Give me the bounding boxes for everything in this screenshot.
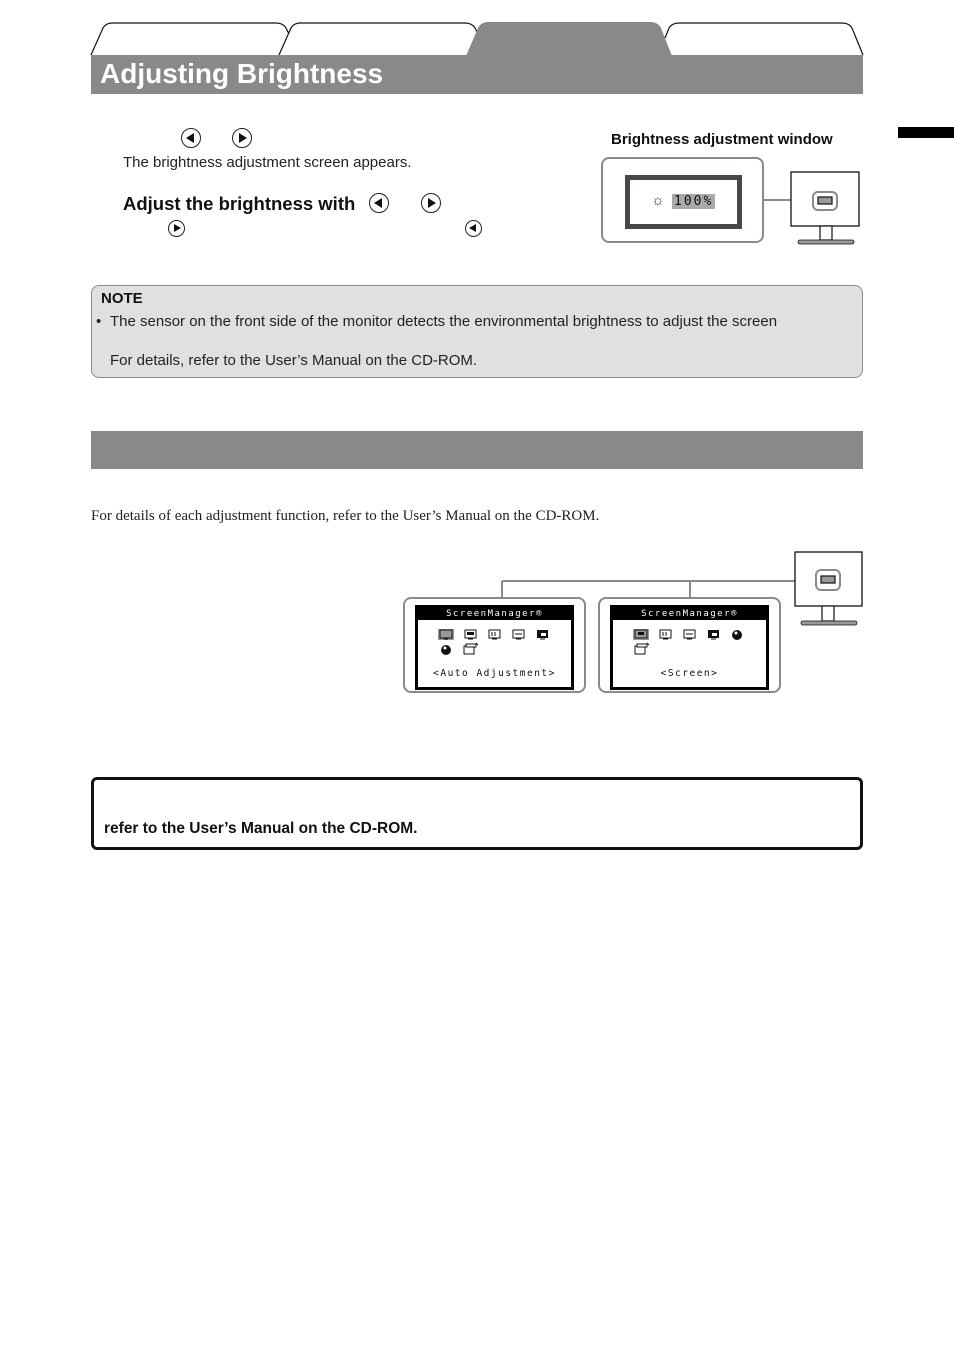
information-icon bbox=[634, 642, 650, 655]
menu-caption: <Screen> bbox=[660, 668, 719, 679]
language-icon bbox=[732, 630, 742, 640]
power-save-icon bbox=[683, 629, 696, 640]
header-tabs bbox=[90, 22, 864, 56]
tab-4 bbox=[664, 22, 864, 56]
note-reference: For details, refer to the User’s Manual … bbox=[110, 352, 478, 369]
sun-icon: ☼ bbox=[651, 192, 665, 209]
note-text: The sensor on the front side of the moni… bbox=[110, 313, 778, 330]
language-side-marker bbox=[898, 127, 954, 138]
monitor-illustration bbox=[764, 171, 860, 245]
language-icon bbox=[441, 645, 451, 655]
menu-icons bbox=[438, 629, 548, 655]
information-icon bbox=[463, 642, 479, 655]
brightness-value: 100% bbox=[672, 194, 716, 209]
left-button-icon bbox=[181, 128, 201, 148]
color-icon bbox=[488, 629, 501, 640]
note-title: NOTE bbox=[101, 290, 143, 307]
section-header-bar bbox=[91, 431, 863, 469]
menu-icons bbox=[633, 629, 742, 655]
right-button-icon bbox=[232, 128, 252, 148]
left-button-icon bbox=[465, 220, 482, 237]
screenmanager-header: ScreenManager® bbox=[418, 608, 571, 620]
menu-caption: <Auto Adjustment> bbox=[433, 668, 556, 679]
monitor-settings-icon bbox=[708, 630, 719, 640]
attention-text: refer to the User’s Manual on the CD-ROM… bbox=[104, 820, 418, 837]
brightness-window-label: Brightness adjustment window bbox=[611, 131, 833, 148]
monitor-settings-icon bbox=[537, 630, 548, 640]
color-icon bbox=[659, 629, 672, 640]
note-bullet: • bbox=[96, 313, 102, 330]
section-intro: For details of each adjustment function,… bbox=[91, 508, 600, 524]
tab-2 bbox=[278, 22, 481, 56]
right-button-icon bbox=[421, 193, 441, 213]
screen-icon bbox=[464, 629, 477, 640]
step2-heading: Adjust the brightness with bbox=[123, 193, 356, 214]
screen-icon bbox=[633, 629, 649, 640]
attention-box bbox=[91, 777, 863, 850]
page-title: Adjusting Brightness bbox=[100, 58, 384, 89]
step1-text: The brightness adjustment screen appears… bbox=[123, 154, 412, 171]
screenmanager-menu-auto: ScreenManager® <Auto Adjustment> bbox=[415, 605, 574, 690]
screenmanager-menu-screen: ScreenManager® <Screen> bbox=[610, 605, 769, 690]
tab-3-active bbox=[466, 22, 672, 56]
left-button-icon bbox=[369, 193, 389, 213]
right-button-icon bbox=[168, 220, 185, 237]
auto-adjustment-icon bbox=[438, 629, 454, 640]
screenmanager-header: ScreenManager® bbox=[613, 608, 766, 620]
power-save-icon bbox=[512, 629, 525, 640]
tab-1 bbox=[90, 22, 291, 56]
